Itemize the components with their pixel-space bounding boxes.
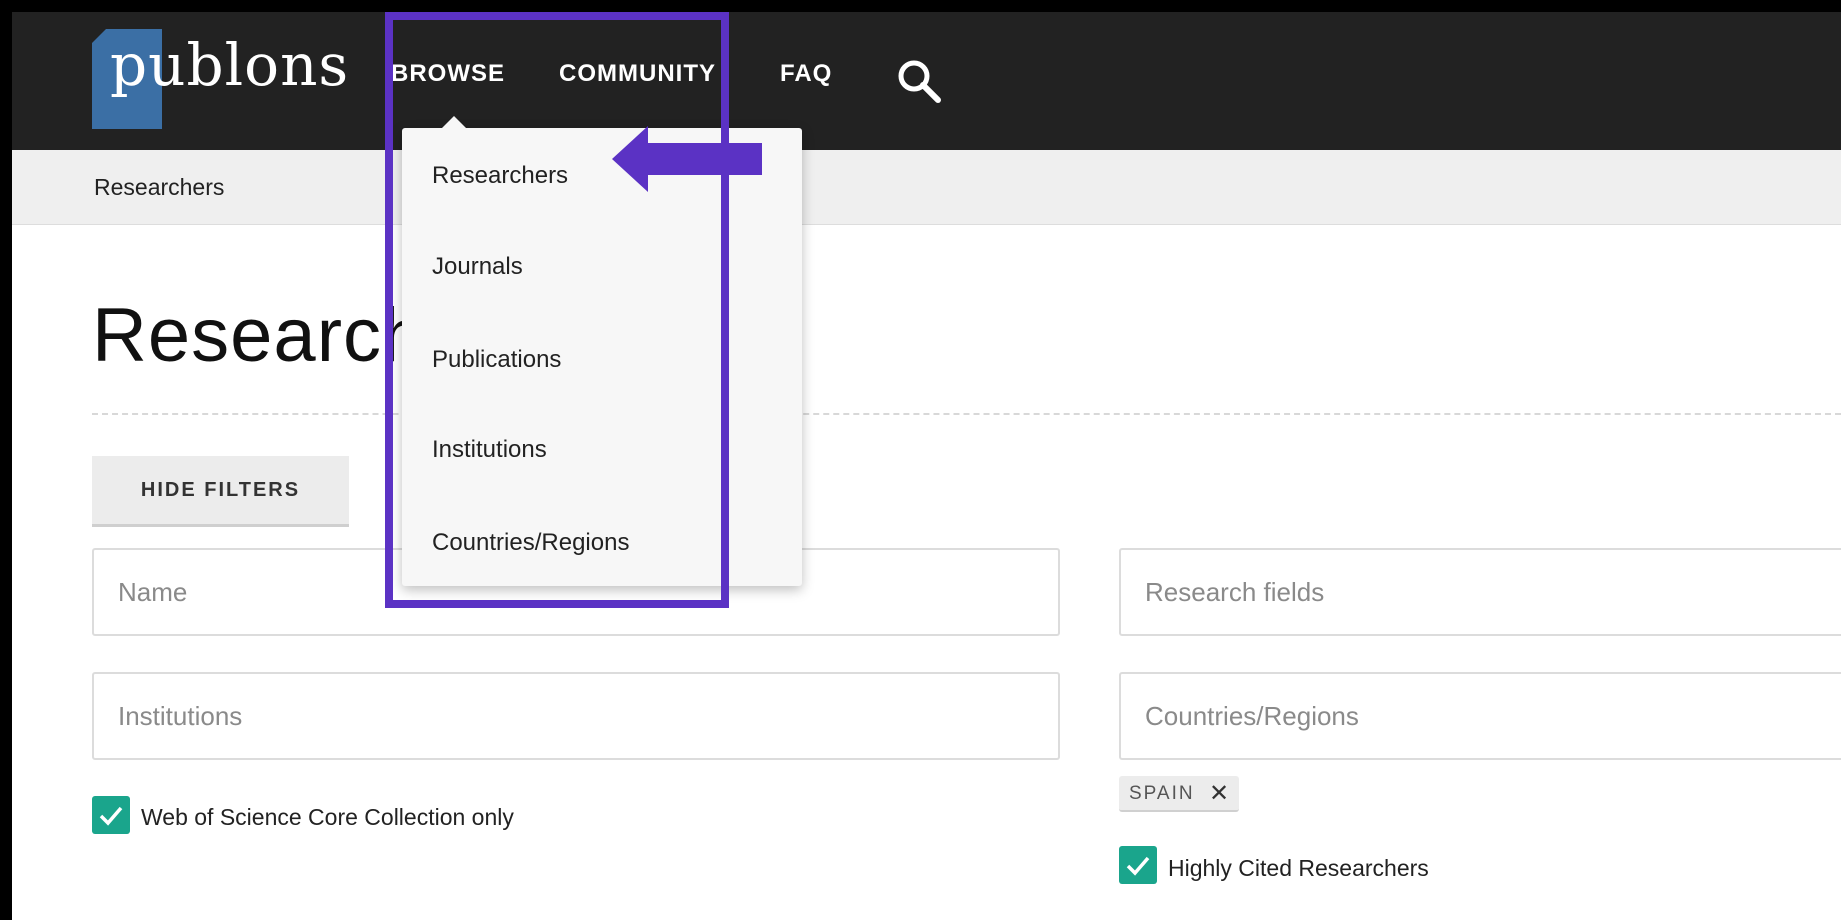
breadcrumb[interactable]: Researchers: [94, 174, 224, 201]
highly-cited-checkbox[interactable]: [1119, 846, 1157, 884]
title-divider: [92, 413, 1841, 415]
remove-tag-icon[interactable]: ✕: [1209, 779, 1229, 808]
research-fields-filter-input[interactable]: [1119, 548, 1841, 636]
highlight-box-annotation: [385, 12, 729, 608]
hide-filters-button[interactable]: HIDE FILTERS: [92, 456, 349, 527]
nav-faq[interactable]: FAQ: [780, 60, 832, 88]
publons-logo[interactable]: publons: [92, 29, 352, 129]
country-tag: SPAIN ✕: [1119, 776, 1239, 812]
breadcrumb-bar: Researchers: [12, 150, 1841, 225]
highly-cited-label: Highly Cited Researchers: [1168, 855, 1429, 881]
top-header: publons BROWSE COMMUNITY FAQ: [12, 12, 1841, 150]
institutions-filter-input[interactable]: [92, 672, 1060, 760]
country-tag-label: SPAIN: [1129, 783, 1195, 804]
left-arrow-icon: [612, 126, 762, 192]
wos-only-checkbox[interactable]: [92, 796, 130, 834]
search-icon[interactable]: [896, 58, 942, 104]
logo-wordmark: publons: [110, 31, 350, 99]
wos-only-label: Web of Science Core Collection only: [141, 804, 514, 830]
countries-filter-input[interactable]: [1119, 672, 1841, 760]
page-frame: publons BROWSE COMMUNITY FAQ Researchers…: [12, 12, 1841, 920]
